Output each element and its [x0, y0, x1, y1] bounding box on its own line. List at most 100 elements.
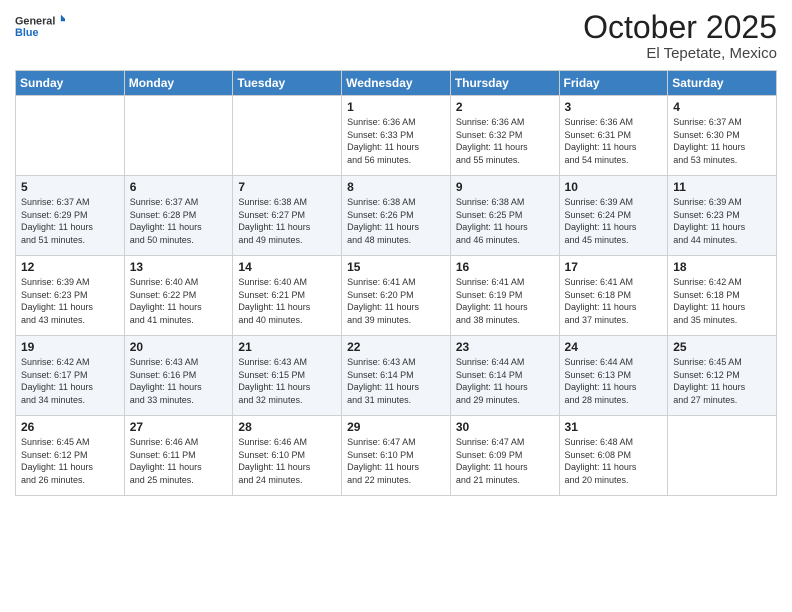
day-info: Sunrise: 6:46 AMSunset: 6:11 PMDaylight:…	[130, 436, 228, 486]
day-info: Sunrise: 6:40 AMSunset: 6:22 PMDaylight:…	[130, 276, 228, 326]
calendar: Sunday Monday Tuesday Wednesday Thursday…	[15, 70, 777, 496]
calendar-week-row: 19Sunrise: 6:42 AMSunset: 6:17 PMDayligh…	[16, 336, 777, 416]
calendar-cell: 30 Sunrise: 6:47 AMSunset: 6:09 PMDayligh…	[450, 416, 559, 496]
header-saturday: Saturday	[668, 71, 777, 96]
calendar-cell: 15 Sunrise: 6:41 AMSunset: 6:20 PMDayligh…	[342, 256, 451, 336]
calendar-cell: 28Sunrise: 6:46 AMSunset: 6:10 PMDayligh…	[233, 416, 342, 496]
calendar-cell: 23 Sunrise: 6:44 AMSunset: 6:14 PMDayligh…	[450, 336, 559, 416]
calendar-cell: 7 Sunrise: 6:38 AMSunset: 6:27 PMDaylight…	[233, 176, 342, 256]
day-info: Sunrise: 6:45 AMSunset: 6:12 PMDaylight:…	[673, 356, 771, 406]
calendar-week-row: 1 Sunrise: 6:36 AMSunset: 6:33 PMDaylight…	[16, 96, 777, 176]
day-number: 12	[21, 260, 119, 274]
calendar-cell: 27 Sunrise: 6:46 AMSunset: 6:11 PMDayligh…	[124, 416, 233, 496]
calendar-cell: 5 Sunrise: 6:37 AMSunset: 6:29 PMDaylight…	[16, 176, 125, 256]
calendar-cell	[124, 96, 233, 176]
header-thursday: Thursday	[450, 71, 559, 96]
day-number: 4	[673, 100, 771, 114]
day-number: 3	[565, 100, 663, 114]
calendar-cell: 19Sunrise: 6:42 AMSunset: 6:17 PMDayligh…	[16, 336, 125, 416]
title-block: October 2025 El Tepetate, Mexico	[583, 10, 777, 62]
weekday-header-row: Sunday Monday Tuesday Wednesday Thursday…	[16, 71, 777, 96]
calendar-cell: 25 Sunrise: 6:45 AMSunset: 6:12 PMDayligh…	[668, 336, 777, 416]
logo: General Blue	[15, 10, 65, 45]
day-info: Sunrise: 6:46 AMSunset: 6:10 PMDaylight:…	[238, 436, 336, 486]
day-number: 9	[456, 180, 554, 194]
day-number: 16	[456, 260, 554, 274]
day-info: Sunrise: 6:38 AMSunset: 6:27 PMDaylight:…	[238, 196, 336, 246]
day-info: Sunrise: 6:43 AMSunset: 6:15 PMDaylight:…	[238, 356, 336, 406]
calendar-cell: 14 Sunrise: 6:40 AMSunset: 6:21 PMDayligh…	[233, 256, 342, 336]
day-info: Sunrise: 6:36 AMSunset: 6:32 PMDaylight:…	[456, 116, 554, 166]
calendar-cell	[233, 96, 342, 176]
calendar-cell: 18Sunrise: 6:42 AMSunset: 6:18 PMDayligh…	[668, 256, 777, 336]
day-number: 15	[347, 260, 445, 274]
day-info: Sunrise: 6:38 AMSunset: 6:25 PMDaylight:…	[456, 196, 554, 246]
day-number: 26	[21, 420, 119, 434]
calendar-cell: 8Sunrise: 6:38 AMSunset: 6:26 PMDaylight…	[342, 176, 451, 256]
calendar-week-row: 5 Sunrise: 6:37 AMSunset: 6:29 PMDaylight…	[16, 176, 777, 256]
day-info: Sunrise: 6:44 AMSunset: 6:13 PMDaylight:…	[565, 356, 663, 406]
calendar-cell	[16, 96, 125, 176]
day-info: Sunrise: 6:37 AMSunset: 6:30 PMDaylight:…	[673, 116, 771, 166]
calendar-cell: 24 Sunrise: 6:44 AMSunset: 6:13 PMDayligh…	[559, 336, 668, 416]
calendar-week-row: 26 Sunrise: 6:45 AMSunset: 6:12 PMDayligh…	[16, 416, 777, 496]
day-number: 30	[456, 420, 554, 434]
day-number: 21	[238, 340, 336, 354]
day-info: Sunrise: 6:41 AMSunset: 6:18 PMDaylight:…	[565, 276, 663, 326]
day-info: Sunrise: 6:40 AMSunset: 6:21 PMDaylight:…	[238, 276, 336, 326]
calendar-cell: 12 Sunrise: 6:39 AMSunset: 6:23 PMDayligh…	[16, 256, 125, 336]
day-number: 24	[565, 340, 663, 354]
calendar-cell: 29 Sunrise: 6:47 AMSunset: 6:10 PMDayligh…	[342, 416, 451, 496]
day-info: Sunrise: 6:36 AMSunset: 6:31 PMDaylight:…	[565, 116, 663, 166]
day-number: 1	[347, 100, 445, 114]
calendar-cell: 11Sunrise: 6:39 AMSunset: 6:23 PMDayligh…	[668, 176, 777, 256]
calendar-cell: 6 Sunrise: 6:37 AMSunset: 6:28 PMDaylight…	[124, 176, 233, 256]
day-info: Sunrise: 6:45 AMSunset: 6:12 PMDaylight:…	[21, 436, 119, 486]
day-number: 11	[673, 180, 771, 194]
header-wednesday: Wednesday	[342, 71, 451, 96]
day-number: 25	[673, 340, 771, 354]
calendar-cell: 20Sunrise: 6:43 AMSunset: 6:16 PMDayligh…	[124, 336, 233, 416]
header-sunday: Sunday	[16, 71, 125, 96]
svg-text:Blue: Blue	[15, 27, 38, 39]
day-info: Sunrise: 6:48 AMSunset: 6:08 PMDaylight:…	[565, 436, 663, 486]
day-info: Sunrise: 6:37 AMSunset: 6:28 PMDaylight:…	[130, 196, 228, 246]
calendar-cell: 9 Sunrise: 6:38 AMSunset: 6:25 PMDaylight…	[450, 176, 559, 256]
day-info: Sunrise: 6:39 AMSunset: 6:23 PMDaylight:…	[21, 276, 119, 326]
day-info: Sunrise: 6:47 AMSunset: 6:09 PMDaylight:…	[456, 436, 554, 486]
day-number: 2	[456, 100, 554, 114]
day-number: 5	[21, 180, 119, 194]
title-location: El Tepetate, Mexico	[583, 45, 777, 62]
day-info: Sunrise: 6:42 AMSunset: 6:18 PMDaylight:…	[673, 276, 771, 326]
day-info: Sunrise: 6:39 AMSunset: 6:24 PMDaylight:…	[565, 196, 663, 246]
day-number: 10	[565, 180, 663, 194]
calendar-cell: 22Sunrise: 6:43 AMSunset: 6:14 PMDayligh…	[342, 336, 451, 416]
calendar-cell: 21 Sunrise: 6:43 AMSunset: 6:15 PMDayligh…	[233, 336, 342, 416]
title-month: October 2025	[583, 10, 777, 45]
day-info: Sunrise: 6:41 AMSunset: 6:20 PMDaylight:…	[347, 276, 445, 326]
day-number: 14	[238, 260, 336, 274]
day-info: Sunrise: 6:47 AMSunset: 6:10 PMDaylight:…	[347, 436, 445, 486]
calendar-cell: 1 Sunrise: 6:36 AMSunset: 6:33 PMDaylight…	[342, 96, 451, 176]
day-info: Sunrise: 6:44 AMSunset: 6:14 PMDaylight:…	[456, 356, 554, 406]
calendar-cell: 31Sunrise: 6:48 AMSunset: 6:08 PMDayligh…	[559, 416, 668, 496]
day-number: 7	[238, 180, 336, 194]
day-number: 8	[347, 180, 445, 194]
day-number: 6	[130, 180, 228, 194]
day-info: Sunrise: 6:37 AMSunset: 6:29 PMDaylight:…	[21, 196, 119, 246]
day-info: Sunrise: 6:36 AMSunset: 6:33 PMDaylight:…	[347, 116, 445, 166]
day-info: Sunrise: 6:43 AMSunset: 6:14 PMDaylight:…	[347, 356, 445, 406]
calendar-cell	[668, 416, 777, 496]
day-number: 13	[130, 260, 228, 274]
header-tuesday: Tuesday	[233, 71, 342, 96]
day-number: 23	[456, 340, 554, 354]
calendar-cell: 2 Sunrise: 6:36 AMSunset: 6:32 PMDaylight…	[450, 96, 559, 176]
header-friday: Friday	[559, 71, 668, 96]
day-info: Sunrise: 6:42 AMSunset: 6:17 PMDaylight:…	[21, 356, 119, 406]
calendar-week-row: 12 Sunrise: 6:39 AMSunset: 6:23 PMDayligh…	[16, 256, 777, 336]
day-number: 29	[347, 420, 445, 434]
day-info: Sunrise: 6:43 AMSunset: 6:16 PMDaylight:…	[130, 356, 228, 406]
day-number: 17	[565, 260, 663, 274]
day-number: 27	[130, 420, 228, 434]
calendar-cell: 26 Sunrise: 6:45 AMSunset: 6:12 PMDayligh…	[16, 416, 125, 496]
